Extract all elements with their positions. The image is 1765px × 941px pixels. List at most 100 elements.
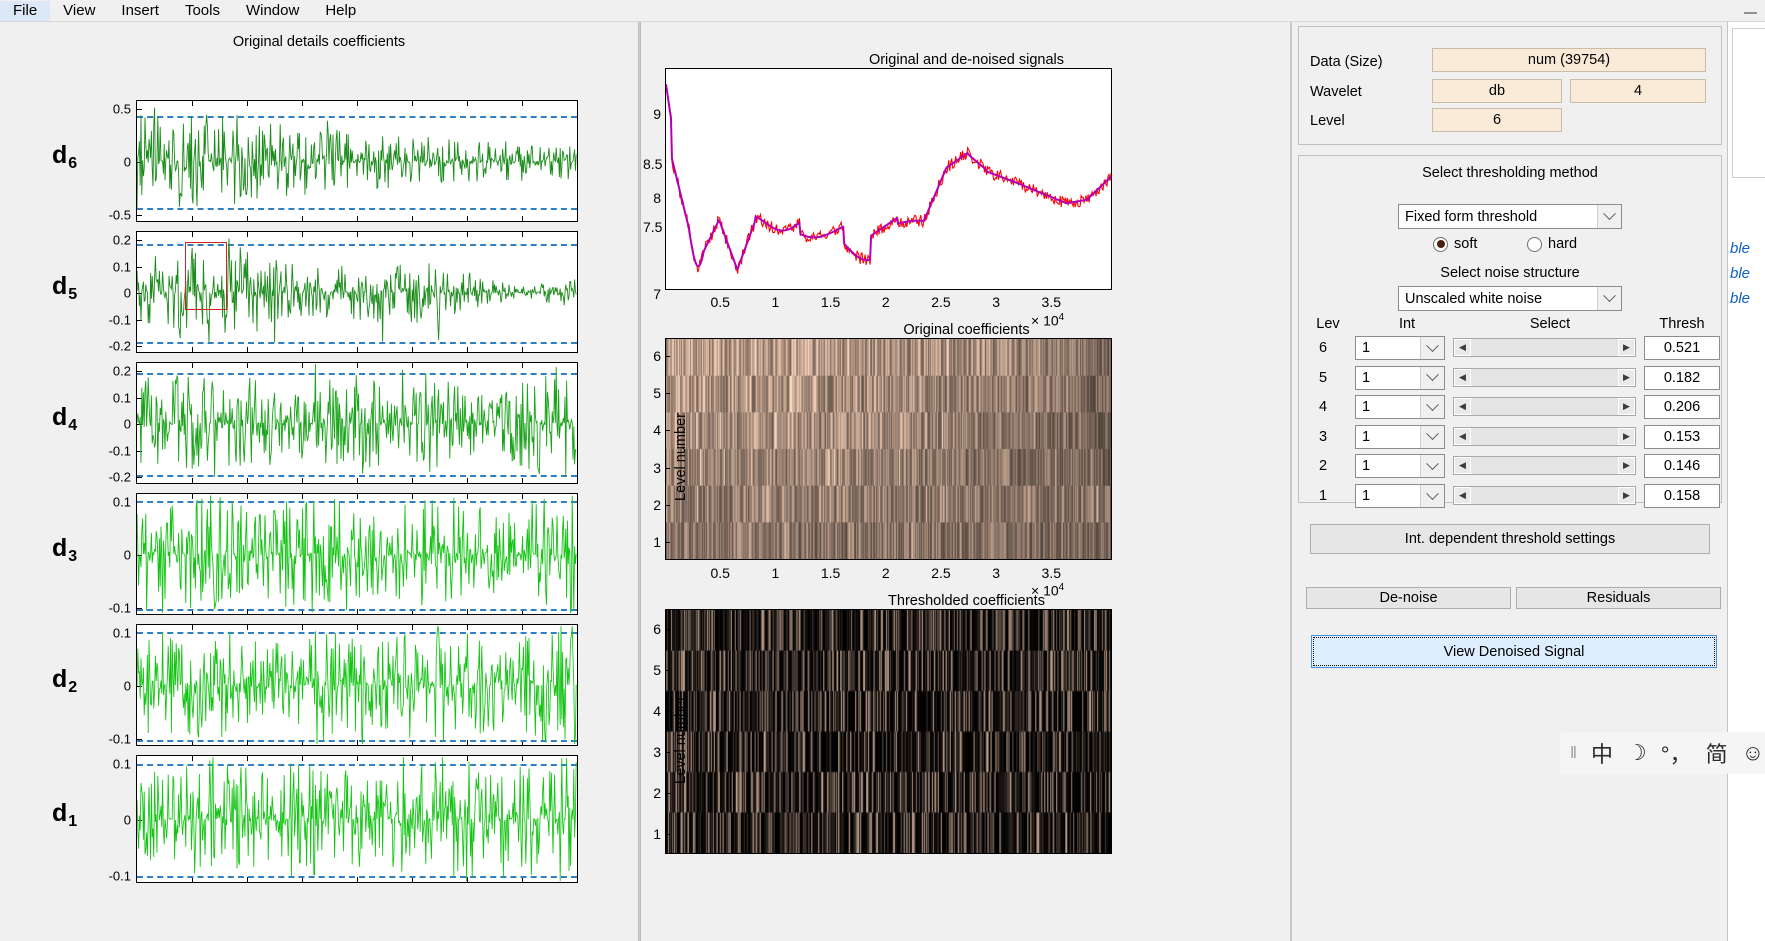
menu-file[interactable]: File bbox=[0, 0, 51, 21]
slider-left-arrow-icon[interactable]: ◀ bbox=[1454, 427, 1471, 445]
level-threshold-value[interactable]: 0.182 bbox=[1644, 365, 1720, 390]
menu-tools[interactable]: Tools bbox=[172, 1, 233, 21]
chevron-down-icon[interactable] bbox=[1420, 455, 1444, 478]
chevron-down-icon[interactable] bbox=[1420, 396, 1444, 419]
detail-plot[interactable]: 0.1 0 -0.1 bbox=[109, 755, 578, 884]
orig-coeff-ytick-mark bbox=[665, 356, 670, 357]
thresholding-method-select[interactable]: Fixed form threshold bbox=[1398, 204, 1622, 229]
detail-level-number: 1 bbox=[68, 813, 78, 830]
emoji-icon[interactable]: ☺ bbox=[1742, 740, 1764, 766]
radio-soft-indicator[interactable] bbox=[1433, 236, 1448, 252]
signal-ytick: 7.5 bbox=[643, 219, 663, 235]
slider-track[interactable] bbox=[1471, 487, 1618, 504]
radio-hard[interactable]: hard bbox=[1527, 236, 1577, 252]
level-threshold-slider[interactable]: ◀ ▶ bbox=[1453, 367, 1636, 387]
radio-hard-indicator[interactable] bbox=[1527, 236, 1542, 252]
chevron-down-icon[interactable] bbox=[1420, 425, 1444, 448]
orig-coeff-xtick: 2 bbox=[881, 565, 890, 581]
slider-right-arrow-icon[interactable]: ▶ bbox=[1618, 457, 1635, 475]
level-threshold-slider[interactable]: ◀ ▶ bbox=[1453, 426, 1636, 446]
slider-right-arrow-icon[interactable]: ▶ bbox=[1618, 368, 1635, 386]
detail-level-label: d5 bbox=[52, 272, 77, 303]
detail-plot[interactable]: 0.1 0 -0.1 bbox=[109, 493, 578, 616]
level-threshold-value[interactable]: 0.146 bbox=[1644, 454, 1720, 479]
thresholding-method-value: Fixed form threshold bbox=[1405, 208, 1538, 225]
detail-plot[interactable]: 0.2 0.1 0 -0.1 -0.2 bbox=[109, 231, 578, 354]
slider-track[interactable] bbox=[1471, 457, 1618, 475]
punctuation-icon[interactable]: °， bbox=[1661, 737, 1692, 769]
noise-structure-select[interactable]: Unscaled white noise bbox=[1398, 286, 1622, 311]
denoise-button[interactable]: De-noise bbox=[1306, 587, 1511, 609]
slider-right-arrow-icon[interactable]: ▶ bbox=[1618, 398, 1635, 416]
slider-right-arrow-icon[interactable]: ▶ bbox=[1618, 339, 1635, 356]
slider-left-arrow-icon[interactable]: ◀ bbox=[1454, 339, 1471, 356]
level-threshold-value[interactable]: 0.158 bbox=[1644, 484, 1720, 508]
level-interval-select[interactable]: 1 bbox=[1355, 484, 1445, 508]
orig-coeff-ytick: 5 bbox=[653, 385, 661, 402]
level-threshold-slider[interactable]: ◀ ▶ bbox=[1453, 486, 1636, 505]
chevron-down-icon[interactable] bbox=[1420, 337, 1444, 359]
level-interval-value: 1 bbox=[1362, 399, 1371, 416]
level-threshold-value[interactable]: 0.153 bbox=[1644, 424, 1720, 449]
slider-left-arrow-icon[interactable]: ◀ bbox=[1454, 487, 1471, 504]
orig-coeff-xtick: 3 bbox=[992, 565, 1001, 581]
collapse-arrow-icon[interactable]: ⎼ bbox=[1744, 2, 1757, 18]
level-interval-value: 1 bbox=[1362, 369, 1371, 386]
signal-xtick: 1 bbox=[771, 294, 780, 310]
slider-left-arrow-icon[interactable]: ◀ bbox=[1454, 368, 1471, 386]
slider-track[interactable] bbox=[1471, 339, 1618, 356]
level-interval-select[interactable]: 1 bbox=[1355, 365, 1445, 390]
level-interval-select[interactable]: 1 bbox=[1355, 395, 1445, 420]
selection-rectangle[interactable] bbox=[185, 242, 227, 310]
menu-insert[interactable]: Insert bbox=[108, 1, 172, 21]
slider-right-arrow-icon[interactable]: ▶ bbox=[1618, 487, 1635, 504]
level-threshold-slider[interactable]: ◀ ▶ bbox=[1453, 397, 1636, 417]
drag-grip-icon[interactable]: ‖ bbox=[1570, 743, 1577, 763]
level-interval-select[interactable]: 1 bbox=[1355, 336, 1445, 360]
residuals-button[interactable]: Residuals bbox=[1516, 587, 1721, 609]
slider-left-arrow-icon[interactable]: ◀ bbox=[1454, 457, 1471, 475]
detail-plot[interactable]: 0.5 0 -0.5 bbox=[109, 100, 578, 223]
orig-coeff-ytick-mark bbox=[665, 542, 670, 543]
level-threshold-slider[interactable]: ◀ ▶ bbox=[1453, 456, 1636, 476]
chevron-down-icon[interactable] bbox=[1597, 287, 1621, 310]
slider-track[interactable] bbox=[1471, 427, 1618, 445]
background-window-strip[interactable]: ble ble ble bbox=[1727, 22, 1765, 941]
menu-window[interactable]: Window bbox=[233, 1, 312, 21]
detail-ytick: -0.1 bbox=[108, 312, 131, 327]
view-denoised-signal-button[interactable]: View Denoised Signal bbox=[1311, 635, 1717, 668]
orig-coeff-ytick-mark bbox=[665, 430, 670, 432]
slider-track[interactable] bbox=[1471, 398, 1618, 416]
slider-right-arrow-icon[interactable]: ▶ bbox=[1618, 427, 1635, 445]
panel-divider-left[interactable] bbox=[638, 22, 641, 941]
level-threshold-slider[interactable]: ◀ ▶ bbox=[1453, 338, 1636, 357]
moon-icon[interactable]: ☽ bbox=[1627, 740, 1647, 766]
chevron-down-icon[interactable] bbox=[1420, 366, 1444, 389]
slider-left-arrow-icon[interactable]: ◀ bbox=[1454, 398, 1471, 416]
detail-level-label: d4 bbox=[52, 403, 77, 434]
menu-view[interactable]: View bbox=[50, 1, 108, 21]
simplified-icon[interactable]: 简 bbox=[1706, 737, 1728, 769]
ime-toolbar[interactable]: ‖ 中 ☽ °， 简 ☺ bbox=[1560, 732, 1765, 774]
radio-soft[interactable]: soft bbox=[1433, 236, 1477, 252]
signal-and-coefficients-panel: Original and de-noised signals 9 8.5 8 7.5 7… bbox=[643, 22, 1290, 941]
original-coefficients-heatmap[interactable] bbox=[665, 338, 1112, 560]
original-and-denoised-signals-plot[interactable] bbox=[665, 68, 1112, 290]
thresholded-coefficients-heatmap[interactable] bbox=[665, 609, 1112, 854]
chinese-mode-icon[interactable]: 中 bbox=[1591, 737, 1613, 769]
detail-ytick: 0.1 bbox=[112, 756, 131, 772]
detail-plot[interactable]: 0.1 0 -0.1 bbox=[109, 624, 578, 747]
detail-ytick: 0.1 bbox=[112, 494, 131, 510]
thresh-coeff-ytick: 1 bbox=[653, 826, 661, 842]
detail-plot[interactable]: 0.2 0.1 0 -0.1 -0.2 bbox=[109, 362, 578, 485]
chevron-down-icon[interactable] bbox=[1420, 485, 1444, 507]
level-interval-select[interactable]: 1 bbox=[1355, 424, 1445, 449]
level-interval-select[interactable]: 1 bbox=[1355, 454, 1445, 479]
detail-ytick: 0.1 bbox=[112, 259, 131, 274]
slider-track[interactable] bbox=[1471, 368, 1618, 386]
menu-help[interactable]: Help bbox=[312, 1, 369, 21]
int-dependent-threshold-settings-button[interactable]: Int. dependent threshold settings bbox=[1310, 524, 1710, 554]
level-threshold-value[interactable]: 0.521 bbox=[1644, 336, 1720, 360]
chevron-down-icon[interactable] bbox=[1597, 205, 1621, 228]
level-threshold-value[interactable]: 0.206 bbox=[1644, 395, 1720, 420]
